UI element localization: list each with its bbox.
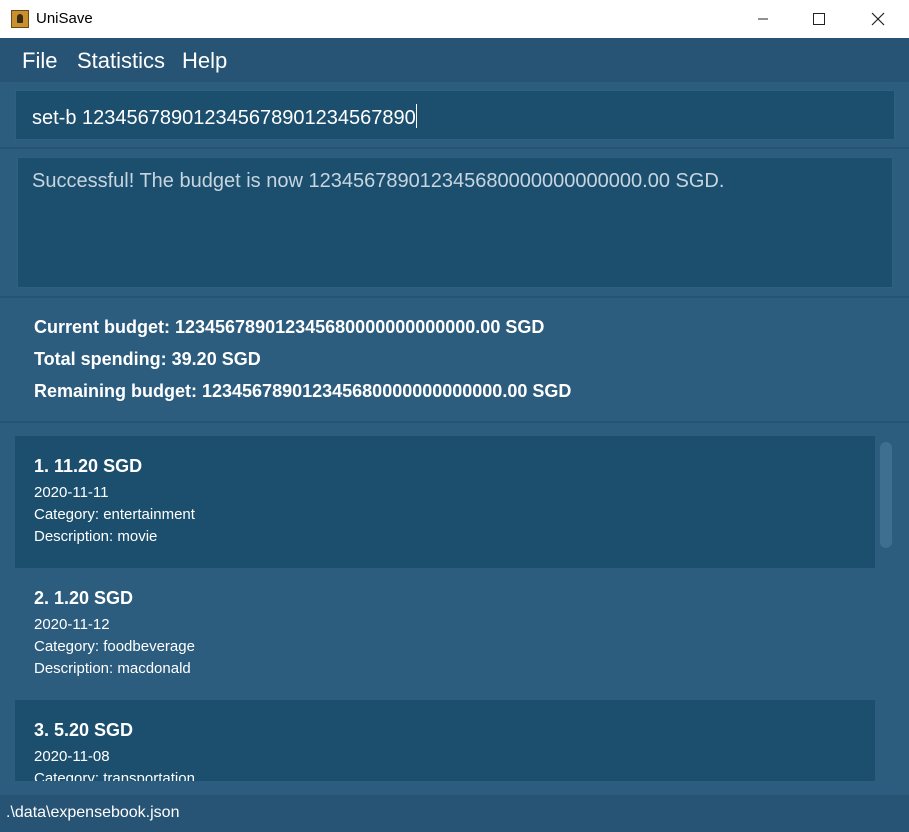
expense-card[interactable]: 2. 1.20 SGD 2020-11-12 Category: foodbev… [15,568,875,700]
expense-amount: 1. 11.20 SGD [34,456,143,476]
divider [0,296,909,298]
expense-amount: 2. 1.20 SGD [34,588,134,608]
expense-card[interactable]: 1. 11.20 SGD 2020-11-11 Category: entert… [15,436,875,568]
expense-description: Description: movie [34,528,158,545]
current-budget: Current budget: 123456789012345680000000… [34,317,545,337]
expense-date: 2020-11-08 [34,748,110,765]
expense-category: Category: foodbeverage [34,638,195,655]
text-caret [415,104,417,128]
expense-amount: 3. 5.20 SGD [34,720,134,740]
title-bar: UniSave [0,0,909,39]
result-message: Successful! The budget is now 1234567890… [32,170,725,192]
result-display: Successful! The budget is now 1234567890… [17,157,893,288]
maximize-icon [813,13,825,25]
divider [0,147,909,149]
expense-date: 2020-11-12 [34,616,110,633]
expense-category: Category: entertainment [34,506,195,523]
menu-statistics[interactable]: Statistics [77,48,165,74]
close-button[interactable] [849,0,907,38]
scrollbar-thumb[interactable] [880,442,892,548]
close-icon [871,12,885,26]
expense-card[interactable]: 3. 5.20 SGD 2020-11-08 Category: transpo… [15,700,875,781]
expense-category: Category: transportation [34,770,195,781]
menu-help[interactable]: Help [182,48,227,74]
remaining-budget: Remaining budget: 1234567890123456800000… [34,381,572,401]
command-value: set-b 123456789012345678901234567890 [32,107,416,129]
expense-description: Description: macdonald [34,660,191,677]
total-spending: Total spending: 39.20 SGD [34,349,261,369]
app-icon [11,10,29,28]
menu-file[interactable]: File [22,48,57,74]
expense-date: 2020-11-11 [34,484,109,501]
command-input[interactable]: set-b 123456789012345678901234567890 [15,90,895,140]
expense-list: 1. 11.20 SGD 2020-11-11 Category: entert… [15,436,875,781]
divider [0,421,909,423]
maximize-button[interactable] [790,0,848,38]
window-title: UniSave [36,10,93,27]
minimize-icon [758,18,768,20]
command-input-text: set-b 123456789012345678901234567890 [32,104,417,130]
minimize-button[interactable] [734,0,792,38]
save-file-path: .\data\expensebook.json [6,804,180,821]
